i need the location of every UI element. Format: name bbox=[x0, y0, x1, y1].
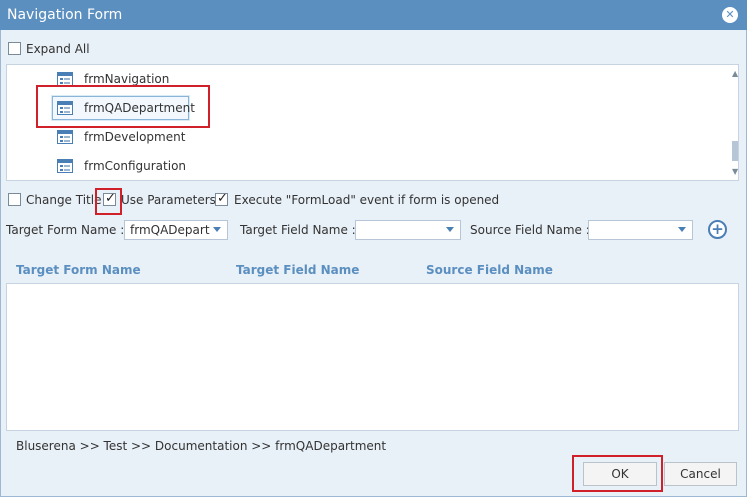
window-title: Navigation Form bbox=[7, 7, 123, 23]
expand-all-checkbox[interactable] bbox=[8, 42, 21, 55]
expand-all-label: Expand All bbox=[26, 42, 90, 56]
tree-item-label: frmNavigation bbox=[84, 72, 170, 86]
target-field-select[interactable] bbox=[355, 220, 461, 240]
annotation-highlight-tree bbox=[36, 85, 210, 128]
tree-item-label: frmConfiguration bbox=[84, 159, 187, 173]
change-title-label: Change Title bbox=[26, 193, 102, 207]
scroll-down-icon[interactable]: ▼ bbox=[732, 167, 738, 176]
tree-scrollbar[interactable]: ▲ ▼ bbox=[732, 66, 738, 180]
breadcrumb: Bluserena >> Test >> Documentation >> fr… bbox=[16, 439, 387, 453]
plus-circle-icon[interactable]: + bbox=[708, 220, 727, 239]
cancel-button[interactable]: Cancel bbox=[664, 462, 737, 486]
annotation-highlight-parameters bbox=[95, 188, 122, 215]
change-title-checkbox[interactable] bbox=[8, 193, 21, 206]
form-icon bbox=[57, 72, 73, 86]
scroll-thumb[interactable] bbox=[732, 141, 738, 161]
source-field-select[interactable] bbox=[588, 220, 693, 240]
dropdown-arrow-icon bbox=[446, 227, 454, 232]
column-header-target-field[interactable]: Target Field Name bbox=[236, 263, 359, 277]
checkmark-icon: ✓ bbox=[217, 191, 228, 206]
scroll-up-icon[interactable]: ▲ bbox=[732, 69, 738, 78]
execute-formload-label: Execute "FormLoad" event if form is open… bbox=[234, 193, 500, 207]
target-form-select[interactable]: frmQADepart bbox=[124, 220, 228, 240]
tree-item-label: frmDevelopment bbox=[84, 130, 186, 144]
column-header-source-field[interactable]: Source Field Name bbox=[426, 263, 553, 277]
parameter-grid[interactable] bbox=[6, 283, 739, 431]
dropdown-arrow-icon bbox=[678, 227, 686, 232]
form-icon bbox=[57, 130, 73, 144]
use-parameters-label: Use Parameters bbox=[121, 193, 216, 207]
target-field-label: Target Field Name : bbox=[240, 223, 356, 237]
execute-formload-checkbox[interactable]: ✓ bbox=[215, 191, 228, 206]
dropdown-arrow-icon bbox=[213, 227, 221, 232]
column-header-target-form[interactable]: Target Form Name bbox=[16, 263, 141, 277]
source-field-label: Source Field Name : bbox=[470, 223, 590, 237]
annotation-highlight-ok bbox=[572, 455, 663, 492]
title-bar: Navigation Form ✕ bbox=[0, 0, 747, 30]
target-form-label: Target Form Name : bbox=[6, 223, 125, 237]
form-icon bbox=[57, 159, 73, 173]
target-form-value: frmQADepart bbox=[130, 223, 210, 237]
close-icon[interactable]: ✕ bbox=[722, 7, 738, 23]
